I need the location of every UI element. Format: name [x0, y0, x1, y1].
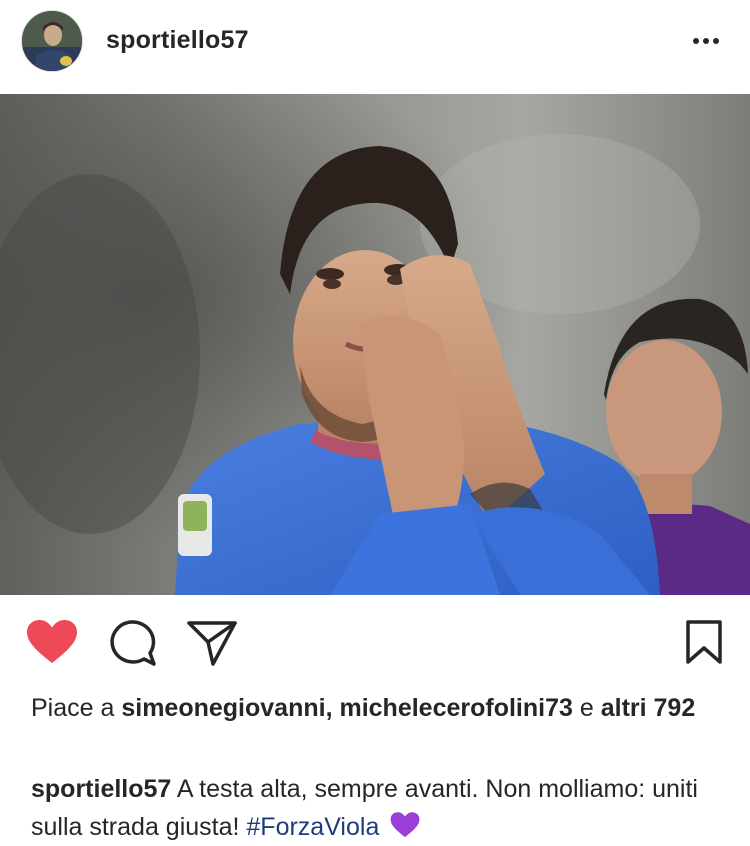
photo-image: lletto	[0, 94, 750, 595]
share-button[interactable]	[186, 620, 238, 666]
likes-others-link[interactable]: altri 792	[601, 694, 696, 722]
bookmark-icon	[686, 620, 722, 664]
comment-button[interactable]	[107, 619, 157, 667]
purple-heart-icon	[390, 812, 420, 838]
like-button[interactable]	[26, 619, 78, 665]
save-button[interactable]	[684, 619, 724, 665]
post-caption: sportiello57 A testa alta, sempre avanti…	[31, 770, 731, 846]
caption-hashtag[interactable]: #ForzaViola	[246, 813, 379, 841]
heart-icon	[27, 620, 77, 663]
caption-username[interactable]: sportiello57	[31, 775, 171, 803]
avatar-image	[22, 11, 82, 71]
profile-avatar[interactable]	[21, 10, 83, 72]
liked-by-user-link[interactable]: simeonegiovanni	[121, 694, 325, 722]
action-bar	[0, 595, 750, 695]
likes-summary: Piace a simeonegiovanni, michelecerofoli…	[31, 692, 731, 724]
more-options-button[interactable]	[690, 28, 722, 54]
post-header: sportiello57	[0, 0, 750, 94]
likes-separator: ,	[325, 694, 333, 722]
post-username[interactable]: sportiello57	[106, 26, 249, 55]
comment-icon	[110, 620, 156, 666]
ellipsis-icon	[693, 38, 719, 44]
likes-conjunction: e	[579, 694, 594, 722]
paper-plane-icon	[187, 621, 237, 666]
likes-prefix: Piace a	[31, 694, 115, 722]
liked-by-user-link[interactable]: michelecerofolini73	[339, 694, 572, 722]
post-photo[interactable]: lletto	[0, 94, 750, 595]
